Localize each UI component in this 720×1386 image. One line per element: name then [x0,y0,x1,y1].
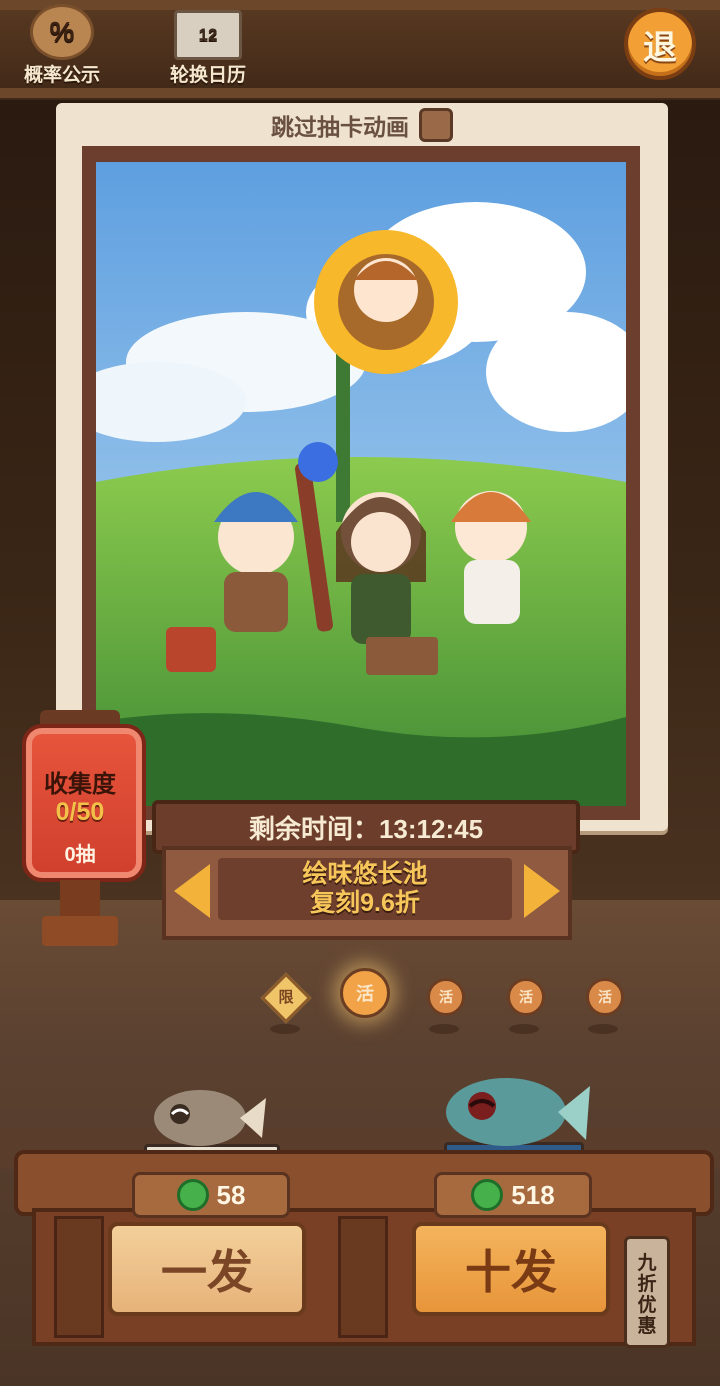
next-pool-arrow-icon[interactable] [524,864,560,918]
pool-tab-4-label: 活 [598,989,612,1005]
ten-cost-value: 518 [511,1179,555,1210]
ten-cost: 518 [434,1172,592,1218]
calendar-icon: 12 [174,10,242,60]
single-cost-value: 58 [216,1179,246,1210]
tab-shadow [429,1024,459,1034]
counter-pillar [54,1216,104,1338]
tab-shadow [588,1024,618,1034]
single-cost: 58 [132,1172,290,1218]
top-background [0,0,720,100]
collection-draws: 0抽 [64,844,96,866]
pool-tab-4[interactable]: 活 [586,978,624,1016]
collection-progress: 0/50 [55,798,105,826]
pool-tab-2-label: 活 [439,989,453,1005]
collection-title: 收集度 [44,771,116,798]
tab-shadow [509,1024,539,1034]
jade-coin-icon [471,1179,504,1211]
roof-beam [0,0,720,10]
limited-pool-label: 限 [278,989,294,1006]
counter-top [14,1150,714,1216]
lantern-base [42,916,118,946]
ten-draw-button[interactable]: 十发 [412,1222,610,1316]
big-fish-icon [446,1078,590,1146]
probability-button[interactable]: % 概率公示 [24,4,100,87]
percent-gear-icon: % [30,4,94,60]
pool-name: 绘味悠长池 [302,860,428,888]
pool-title-box: 绘味悠长池 复刻9.6折 [218,858,512,920]
discount-tag-text: 九折优惠 [637,1253,657,1337]
lantern-stand [60,880,100,920]
pool-subtitle: 复刻9.6折 [310,889,420,917]
pool-artwork [96,162,626,806]
tab-shadow [270,1024,300,1034]
small-fish-icon [154,1090,266,1146]
skip-animation-toggle[interactable]: 跳过抽卡动画 [56,103,668,147]
pool-banner: 绘味悠长池 复刻9.6折 [162,846,572,940]
exit-button[interactable]: 退 [624,8,696,80]
pool-tab-1[interactable]: 活 [340,968,390,1018]
prev-pool-arrow-icon[interactable] [174,864,210,918]
skip-animation-checkbox[interactable] [419,108,453,142]
single-draw-button[interactable]: 一发 [108,1222,306,1316]
pool-tab-1-label: 活 [356,984,374,1004]
counter-pillar [338,1216,388,1338]
pool-tab-3-label: 活 [519,989,533,1005]
roof-beam [0,88,720,98]
skip-animation-label: 跳过抽卡动画 [271,114,409,140]
calendar-label: 轮换日历 [170,65,247,86]
calendar-button[interactable]: 12 轮换日历 [170,10,246,87]
probability-label: 概率公示 [24,65,101,86]
pool-tab-2[interactable]: 活 [427,978,465,1016]
jade-coin-icon [176,1179,209,1211]
discount-tag: 九折优惠 [624,1236,670,1348]
collection-lantern[interactable]: 收集度 0/50 0抽 [20,710,146,950]
artwork-illustration [96,162,626,806]
pool-tab-3[interactable]: 活 [507,978,545,1016]
